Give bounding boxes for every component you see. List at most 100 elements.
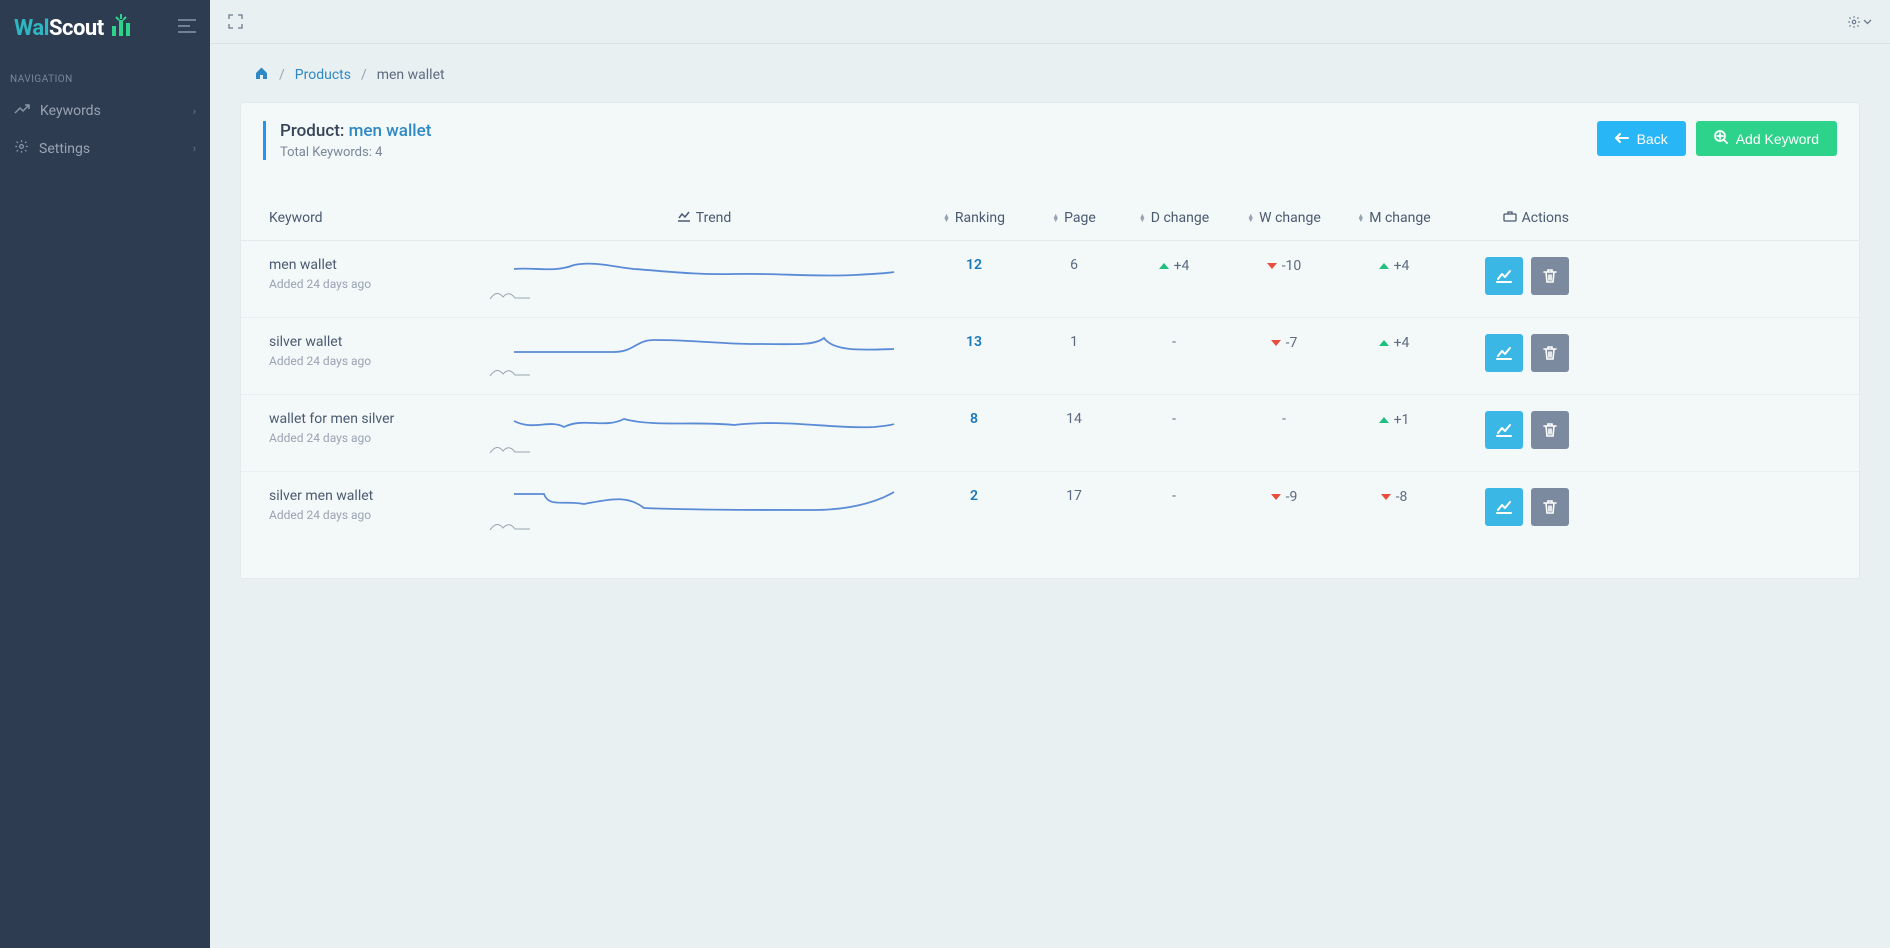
breadcrumb-home[interactable]	[254, 66, 269, 84]
sparkline-mini	[489, 287, 531, 301]
col-m-change[interactable]: ▲▼M change	[1339, 210, 1449, 226]
ranking-value[interactable]: 12	[919, 257, 1029, 273]
change-value: +4	[1339, 258, 1449, 274]
keyword-cell: men wallet Added 24 days ago	[269, 257, 489, 291]
sidebar-item-label: Settings	[39, 141, 90, 157]
settings-dropdown[interactable]	[1847, 15, 1872, 29]
product-name[interactable]: men wallet	[349, 121, 432, 141]
delete-action-button[interactable]	[1531, 334, 1569, 372]
col-ranking[interactable]: ▲▼Ranking	[919, 210, 1029, 226]
sort-icon: ▲▼	[1247, 214, 1254, 222]
trend-cell	[489, 257, 919, 301]
breadcrumb: / Products / men wallet	[240, 66, 1860, 84]
col-trend[interactable]: Trend	[489, 210, 919, 226]
change-value: -7	[1229, 335, 1339, 351]
trend-cell	[489, 488, 919, 532]
caret-up-icon	[1379, 340, 1389, 346]
change-value: +4	[1119, 258, 1229, 274]
table-row: silver men wallet Added 24 days ago 2 17…	[241, 472, 1859, 548]
brand-part1: Wal	[14, 16, 49, 41]
zoom-plus-icon	[1714, 130, 1728, 147]
keyword-name[interactable]: wallet for men silver	[269, 411, 489, 427]
change-none: -	[1119, 411, 1229, 427]
ranking-value[interactable]: 2	[919, 488, 1029, 504]
back-button[interactable]: Back	[1597, 121, 1686, 156]
add-keyword-button[interactable]: Add Keyword	[1696, 121, 1837, 156]
trend-up-icon	[14, 103, 30, 119]
fullscreen-icon[interactable]	[228, 14, 243, 29]
toolbox-icon	[1503, 210, 1517, 226]
breadcrumb-separator: /	[279, 67, 285, 83]
keyword-cell: wallet for men silver Added 24 days ago	[269, 411, 489, 445]
delete-action-button[interactable]	[1531, 411, 1569, 449]
keyword-name[interactable]: men wallet	[269, 257, 489, 273]
keyword-cell: silver men wallet Added 24 days ago	[269, 488, 489, 522]
sidebar-toggle-icon[interactable]	[178, 19, 196, 37]
trend-cell	[489, 334, 919, 378]
change-value: -9	[1229, 489, 1339, 505]
caret-up-icon	[1379, 417, 1389, 423]
sort-icon: ▲▼	[943, 214, 950, 222]
chart-action-button[interactable]	[1485, 257, 1523, 295]
chevron-right-icon: ›	[193, 142, 196, 155]
sparkline-mini	[489, 364, 531, 378]
chart-action-button[interactable]	[1485, 411, 1523, 449]
change-none: -	[1229, 411, 1339, 427]
ranking-value[interactable]: 13	[919, 334, 1029, 350]
arrow-left-icon	[1615, 131, 1629, 147]
sparkline	[489, 257, 919, 285]
product-card: Product: men wallet Total Keywords: 4	[240, 102, 1860, 579]
caret-up-icon	[1159, 263, 1169, 269]
keyword-name[interactable]: silver men wallet	[269, 488, 489, 504]
sort-icon: ▲▼	[1357, 214, 1364, 222]
sparkline	[489, 488, 919, 516]
change-value: +1	[1339, 412, 1449, 428]
col-page[interactable]: ▲▼Page	[1029, 210, 1119, 226]
total-keywords: Total Keywords: 4	[280, 145, 431, 160]
page-title: Product: men wallet	[280, 121, 431, 141]
page-value: 14	[1029, 411, 1119, 427]
col-keyword[interactable]: Keyword	[269, 210, 489, 226]
page-value: 1	[1029, 334, 1119, 350]
sidebar-item-keywords[interactable]: Keywords ›	[0, 93, 210, 129]
change-none: -	[1119, 334, 1229, 350]
nav-heading: NAVIGATION	[0, 56, 210, 93]
brand-part2: Scout	[49, 16, 104, 41]
col-actions: Actions	[1449, 210, 1569, 226]
keyword-added: Added 24 days ago	[269, 354, 489, 368]
sidebar-item-settings[interactable]: Settings ›	[0, 129, 210, 168]
breadcrumb-current: men wallet	[377, 67, 445, 83]
back-label: Back	[1637, 131, 1668, 147]
chart-action-button[interactable]	[1485, 334, 1523, 372]
col-w-change[interactable]: ▲▼W change	[1229, 210, 1339, 226]
delete-action-button[interactable]	[1531, 488, 1569, 526]
keyword-name[interactable]: silver wallet	[269, 334, 489, 350]
breadcrumb-products[interactable]: Products	[295, 67, 351, 83]
keyword-added: Added 24 days ago	[269, 277, 489, 291]
product-label: Product:	[280, 121, 344, 141]
topbar	[210, 0, 1890, 44]
change-value: +4	[1339, 335, 1449, 351]
keyword-added: Added 24 days ago	[269, 431, 489, 445]
sparkline	[489, 411, 919, 439]
delete-action-button[interactable]	[1531, 257, 1569, 295]
keywords-table: Keyword Trend ▲▼Ranking ▲▼Page ▲▼D chang…	[241, 178, 1859, 578]
breadcrumb-separator: /	[361, 67, 367, 83]
add-keyword-label: Add Keyword	[1736, 131, 1819, 147]
col-d-change[interactable]: ▲▼D change	[1119, 210, 1229, 226]
chart-action-button[interactable]	[1485, 488, 1523, 526]
total-value: 4	[375, 145, 382, 160]
keyword-added: Added 24 days ago	[269, 508, 489, 522]
sparkline-mini	[489, 441, 531, 455]
change-none: -	[1119, 488, 1229, 504]
page-value: 17	[1029, 488, 1119, 504]
chevron-right-icon: ›	[193, 105, 196, 118]
total-label: Total Keywords:	[280, 145, 372, 160]
caret-down-icon	[1271, 494, 1281, 500]
sidebar: WalScout NAVIGATION	[0, 0, 210, 948]
ranking-value[interactable]: 8	[919, 411, 1029, 427]
brand-logo[interactable]: WalScout	[14, 12, 136, 44]
table-row: men wallet Added 24 days ago 12 6 +4 -10…	[241, 241, 1859, 318]
trend-cell	[489, 411, 919, 455]
sort-icon: ▲▼	[1052, 214, 1059, 222]
